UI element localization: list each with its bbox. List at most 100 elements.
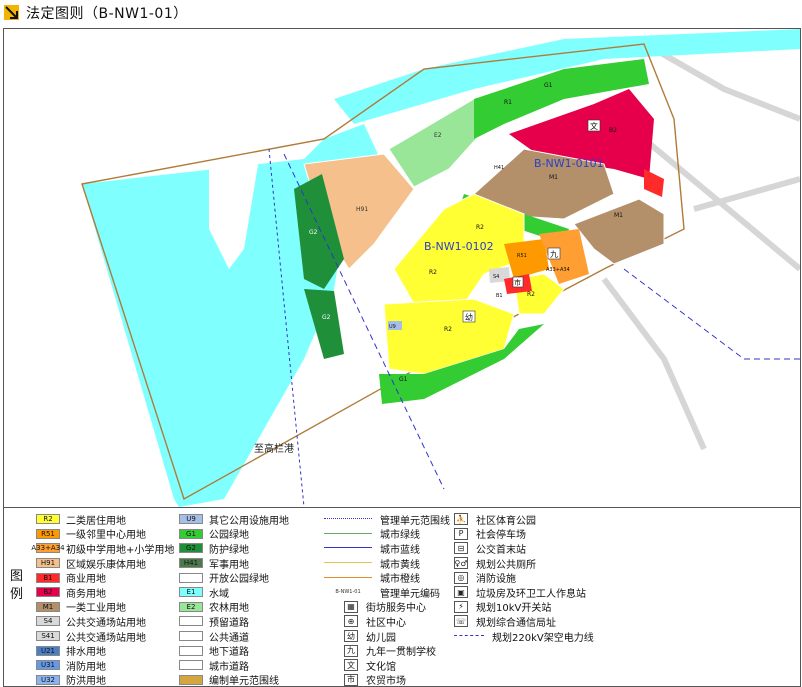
facility-icon: 九	[344, 644, 358, 657]
legend-label: 城市黄线	[380, 559, 420, 571]
facility-icon: ⛹	[454, 513, 468, 526]
legend-landuse-col-1: R2 二类居住用地 R51 一级邻里中心用地 A33+A34 初级中学用地+小学用地 H91…	[31, 512, 175, 687]
powerline-swatch	[454, 631, 484, 641]
legend-label: 规划220kV架空电力线	[492, 632, 594, 644]
legend-label: 编制单元范围线	[209, 676, 279, 687]
label-g1-b: G1	[399, 376, 408, 383]
facility-icon: P	[454, 527, 468, 540]
legend-swatch: G2	[179, 543, 203, 554]
label-r2-a: R2	[476, 224, 484, 231]
legend-label: 农林用地	[209, 603, 249, 615]
legend-facility-item: ▦ 街坊服务中心	[324, 600, 450, 614]
legend-label: 社会停车场	[476, 530, 526, 542]
legend-label: 水域	[209, 588, 229, 600]
legend-item: 预留道路	[179, 614, 289, 629]
legend-swatch: H91	[36, 558, 60, 569]
legend-item: A33+A34 初级中学用地+小学用地	[31, 541, 175, 556]
legend-item: U31 消防用地	[36, 658, 174, 673]
legend-swatch	[179, 616, 203, 627]
legend-facility-item: 文文化馆	[324, 658, 450, 673]
legend-facility-item: 九九年一贯制学校	[324, 643, 450, 658]
legend-item: H91 区域娱乐康体用地	[36, 556, 174, 571]
legend-swatch: R51	[36, 528, 60, 539]
legend-label: 一级邻里中心用地	[66, 530, 146, 542]
unit-label-0101: B-NW1-0101	[534, 157, 604, 170]
legend-swatch	[179, 645, 203, 656]
facility-icon: ▣	[454, 586, 468, 599]
legend-item: H41 军事用地	[179, 556, 289, 571]
legend-facility-item: ☏ 规划综合通信局址	[454, 614, 594, 629]
water-name-label: 至高栏港	[254, 442, 294, 455]
legend-label: 预留道路	[209, 617, 249, 629]
legend-label: 规划10kV开关站	[476, 603, 552, 615]
legend-item: E1 水域	[179, 585, 289, 600]
legend-label: 城市蓝线	[380, 544, 420, 556]
legend-lines-col: 管理单元范围线 城市绿线 城市蓝线 城市黄线 城市橙线 B-NW1-01 管理单元编码 ▦ 街坊…	[324, 512, 450, 687]
legend-label: 排水用地	[66, 647, 106, 659]
legend-landuse-col-2: U9 其它公用设施用地 G1 公园绿地 G2 防护绿地 H41 军事用地开放公园绿地 E1 水域 E…	[179, 512, 289, 687]
facility-icon: 文	[344, 659, 358, 672]
legend-swatch: B2	[36, 587, 60, 598]
unit-label-0102: B-NW1-0102	[424, 240, 494, 253]
legend-item: G2 防护绿地	[179, 541, 289, 556]
legend-item: B2 商务用地	[36, 585, 174, 600]
legal-map-icon	[4, 5, 19, 20]
facility-icon: 幼	[344, 630, 358, 643]
label-e2: E2	[434, 132, 442, 139]
legend-item: 公共通道	[179, 629, 289, 644]
legend-item: U9 其它公用设施用地	[179, 512, 289, 527]
legend-line-swatch	[324, 558, 372, 568]
legend-facility-item: P 社会停车场	[454, 527, 594, 542]
legend-powerline-item: 规划220kV架空电力线	[454, 629, 594, 644]
facility-icon: ☏	[454, 615, 468, 628]
legend-label: 幼儿园	[366, 632, 396, 644]
legend-item: E2 农林用地	[179, 600, 289, 615]
legend-swatch: E1	[179, 587, 203, 598]
legend-label: 管理单元范围线	[380, 515, 450, 527]
legend-item: B1 商业用地	[36, 570, 174, 585]
legend-swatch	[179, 660, 203, 671]
legend-line-swatch	[324, 514, 372, 524]
legend-label: 城市橙线	[380, 574, 420, 586]
legend-label: 初级中学用地+小学用地	[66, 544, 175, 556]
label-r1: R1	[504, 99, 512, 106]
label-m1-b: M1	[614, 212, 623, 219]
legend-label: 商务用地	[66, 588, 106, 600]
legend-facility-item: ⛹ 社区体育公园	[454, 512, 594, 527]
facility-icon: 市	[344, 673, 358, 686]
label-r2-d: R2	[527, 291, 535, 298]
school-glyph: 九	[550, 250, 558, 259]
legend-label: 消防设施	[476, 574, 516, 586]
legend-line-item: 城市蓝线	[324, 541, 450, 556]
legend-label: 公园绿地	[209, 530, 249, 542]
facility-icon: ⊕	[344, 615, 358, 628]
legend-item: S4 公共交通场站用地	[36, 614, 174, 629]
culture-icon-glyph: 文	[590, 121, 598, 131]
land-use-map[interactable]: H91 G2 G2 E2 R1 G1 B2 文 H41 M1 M1 G1 R2 …	[3, 28, 801, 508]
legend-label: 城市道路	[209, 661, 249, 673]
legend-facility-item: ⊕ 社区中心	[324, 614, 450, 629]
legend-item: R2 二类居住用地	[36, 512, 174, 527]
legend-swatch: U31	[36, 660, 60, 671]
legend-heading: 图 例	[10, 569, 24, 602]
label-g1-top: G1	[544, 82, 553, 89]
label-h41: H41	[494, 165, 504, 171]
legend-swatch: U9	[179, 514, 203, 525]
legend-panel: 图 例 R2 二类居住用地 R51 一级邻里中心用地 A33+A34 初级中学用地+小学用…	[3, 507, 801, 687]
legend-label: 消防用地	[66, 661, 106, 673]
legend-item: 城市道路	[179, 658, 289, 673]
legend-line-swatch	[324, 543, 372, 553]
legend-label: 公共交通场站用地	[66, 617, 146, 629]
legend-label: 防洪用地	[66, 676, 106, 687]
label-g2-sw: G2	[322, 314, 331, 321]
legend-label: 开放公园绿地	[209, 574, 269, 586]
legend-facility-item: ⚡ 规划10kV开关站	[454, 600, 594, 615]
legend-label: 公共通道	[209, 632, 249, 644]
legend-swatch: U21	[36, 645, 60, 656]
legend-swatch: A33+A34	[31, 543, 65, 554]
legend-label: 二类居住用地	[66, 515, 126, 527]
legend-line-item: 城市黄线	[324, 556, 450, 571]
legend-swatch: G1	[179, 528, 203, 539]
map-canvas: H91 G2 G2 E2 R1 G1 B2 文 H41 M1 M1 G1 R2 …	[4, 29, 800, 507]
legend-label: 农贸市场	[366, 676, 406, 687]
